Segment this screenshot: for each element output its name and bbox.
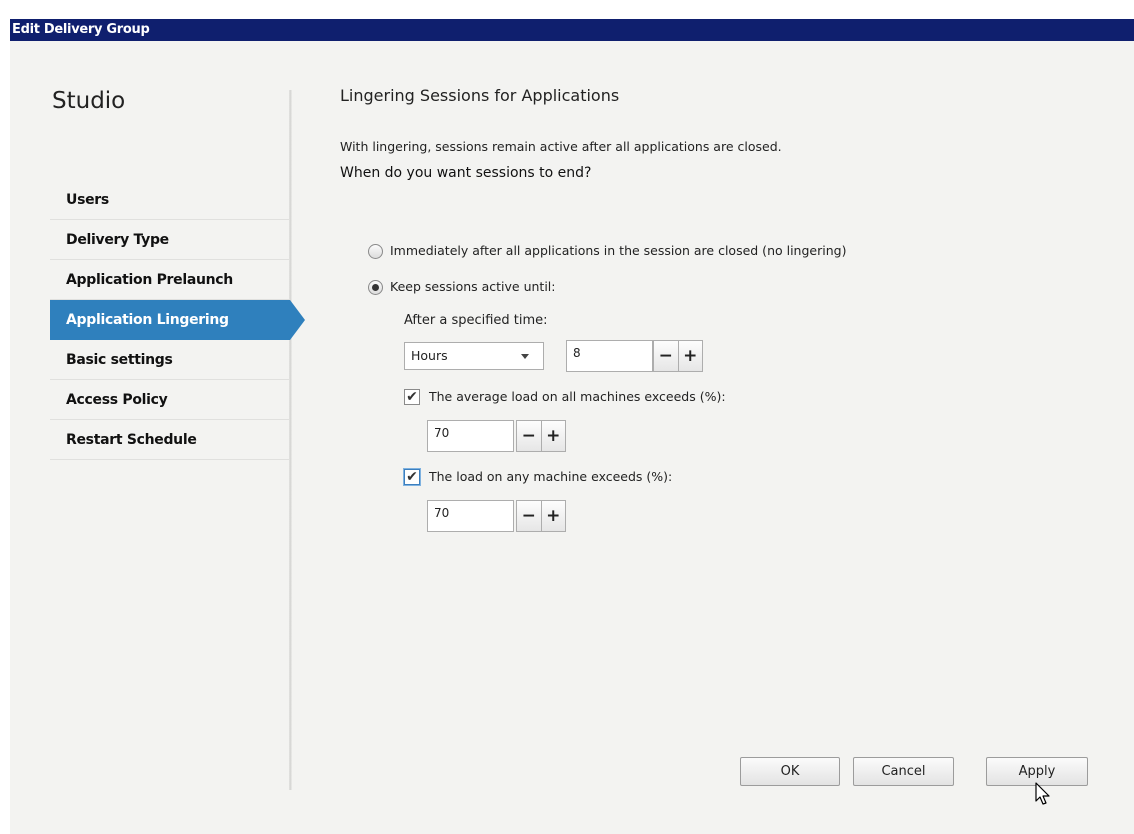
avg-load-checkbox[interactable]: ✔	[404, 389, 420, 405]
time-unit-value: Hours	[411, 348, 448, 363]
sidebar-item-users[interactable]: Users	[50, 180, 290, 220]
sidebar-nav: Users Delivery Type Application Prelaunc…	[50, 180, 305, 460]
decrement-button[interactable]: −	[654, 341, 678, 371]
question-text: When do you want sessions to end?	[340, 165, 592, 181]
sidebar-item-label: Basic settings	[66, 352, 173, 368]
window-title: Edit Delivery Group	[12, 22, 150, 37]
time-value: 8	[573, 346, 581, 360]
time-value-input[interactable]: 8	[566, 340, 653, 372]
sidebar-item-delivery-type[interactable]: Delivery Type	[50, 220, 290, 260]
sidebar-item-access-policy[interactable]: Access Policy	[50, 380, 290, 420]
chevron-down-icon	[521, 354, 529, 359]
increment-button[interactable]: +	[677, 341, 702, 371]
decrement-button[interactable]: −	[517, 421, 541, 451]
sidebar-item-label: Restart Schedule	[66, 432, 197, 448]
radio-label: Keep sessions active until:	[390, 279, 556, 294]
avg-load-label: The average load on all machines exceeds…	[429, 389, 726, 404]
radio-button[interactable]	[368, 244, 383, 259]
intro-text: With lingering, sessions remain active a…	[340, 139, 782, 154]
sidebar-item-label: Access Policy	[66, 392, 168, 408]
time-stepper: − +	[653, 340, 703, 372]
sidebar-item-application-prelaunch[interactable]: Application Prelaunch	[50, 260, 290, 300]
time-unit-select[interactable]: Hours	[404, 342, 544, 370]
window-titlebar: Edit Delivery Group	[10, 19, 1134, 41]
ok-button[interactable]: OK	[740, 757, 840, 786]
edit-delivery-group-window: Edit Delivery Group Studio Users Deliver…	[0, 0, 1134, 834]
avg-load-value: 70	[434, 426, 450, 440]
any-load-checkbox[interactable]: ✔	[404, 469, 420, 485]
studio-title: Studio	[52, 88, 126, 114]
sidebar-item-basic-settings[interactable]: Basic settings	[50, 340, 290, 380]
avg-load-input[interactable]: 70	[427, 420, 514, 452]
sidebar-item-application-lingering[interactable]: Application Lingering	[50, 300, 305, 340]
any-load-input[interactable]: 70	[427, 500, 514, 532]
sidebar-item-restart-schedule[interactable]: Restart Schedule	[50, 420, 290, 460]
section-heading: Lingering Sessions for Applications	[340, 86, 620, 105]
any-load-stepper: − +	[516, 500, 566, 532]
increment-button[interactable]: +	[540, 501, 565, 531]
any-load-value: 70	[434, 506, 450, 520]
after-time-label: After a specified time:	[404, 313, 548, 328]
radio-label: Immediately after all applications in th…	[390, 243, 847, 258]
decrement-button[interactable]: −	[517, 501, 541, 531]
cancel-button[interactable]: Cancel	[853, 757, 954, 786]
increment-button[interactable]: +	[540, 421, 565, 451]
sidebar-item-label: Users	[66, 192, 109, 208]
pointer-cursor-icon	[1035, 782, 1050, 805]
any-load-label: The load on any machine exceeds (%):	[429, 469, 673, 484]
radio-button-selected[interactable]	[368, 280, 383, 295]
sidebar-item-label: Application Prelaunch	[66, 272, 233, 288]
sidebar-item-label: Delivery Type	[66, 232, 169, 248]
avg-load-stepper: − +	[516, 420, 566, 452]
sidebar-item-label: Application Lingering	[66, 312, 229, 328]
